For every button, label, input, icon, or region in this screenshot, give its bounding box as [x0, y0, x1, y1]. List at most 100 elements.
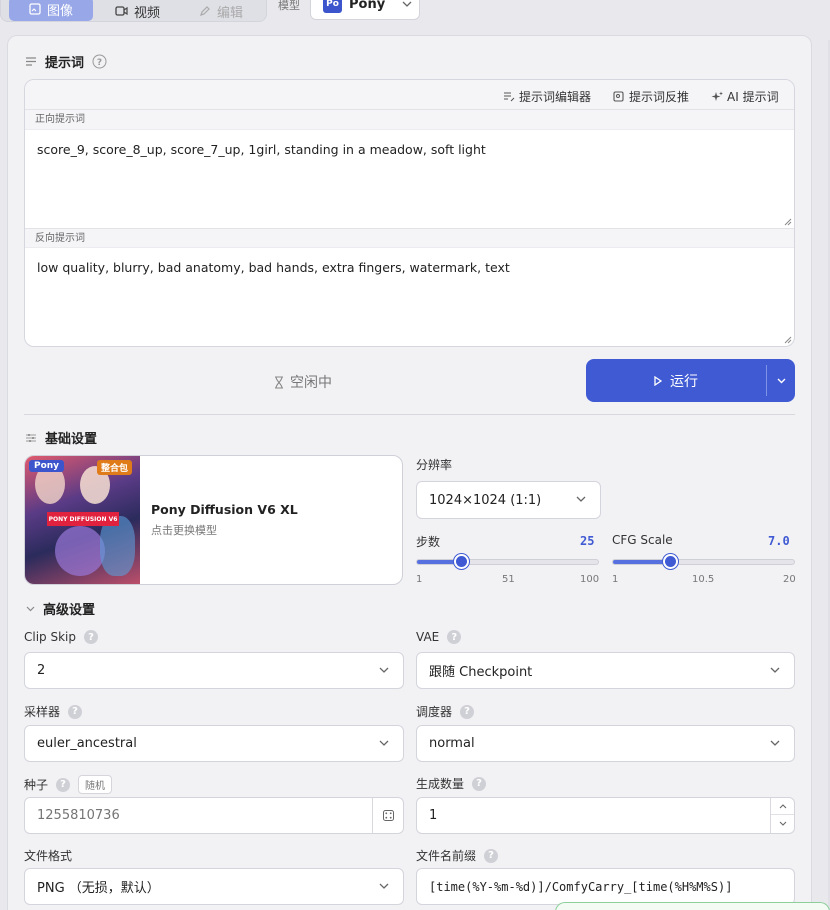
dice-icon: [382, 810, 394, 821]
chevron-down-icon: [779, 821, 786, 826]
prompt-reverse-label: 提示词反推: [629, 90, 690, 104]
resize-grip-icon[interactable]: [784, 336, 792, 344]
help-icon[interactable]: ?: [472, 776, 487, 791]
prompt-editor-label: 提示词编辑器: [519, 90, 592, 104]
tab-image[interactable]: 图像: [9, 0, 93, 21]
sampler-value: euler_ancestral: [37, 736, 137, 751]
filename-prefix-value: [time(%Y-%m-%d)]/ComfyCarry_[time(%H%M%S…: [429, 879, 733, 894]
prompt-toolbar: 提示词编辑器 提示词反推 AI 提示词: [25, 80, 794, 110]
model-badge: Po: [323, 0, 342, 13]
run-button[interactable]: 运行: [586, 359, 766, 402]
clip-skip-value: 2: [37, 663, 46, 678]
dice-button[interactable]: [372, 798, 403, 833]
advanced-settings-toggle[interactable]: 高级设置: [26, 599, 95, 618]
steps-slider[interactable]: [416, 554, 599, 569]
help-icon[interactable]: ?: [56, 777, 71, 792]
help-icon[interactable]: ?: [92, 54, 107, 69]
vae-select[interactable]: 跟随 Checkpoint: [416, 652, 795, 689]
clip-skip-select[interactable]: 2: [24, 652, 404, 689]
count-label-row: 生成数量 ?: [416, 775, 487, 792]
help-icon[interactable]: ?: [84, 630, 98, 644]
tab-edit[interactable]: 编辑: [199, 1, 243, 21]
basic-settings-label: 基础设置: [45, 432, 98, 447]
cfg-label: CFG Scale: [612, 533, 673, 547]
steps-max: 100: [580, 574, 600, 585]
sampler-select[interactable]: euler_ancestral: [24, 725, 404, 762]
count-input[interactable]: 1: [416, 797, 795, 834]
scheduler-label-row: 调度器 ?: [416, 703, 475, 720]
count-label: 生成数量: [416, 777, 465, 791]
seed-input[interactable]: [25, 798, 373, 833]
steps-slider-thumb[interactable]: [453, 554, 469, 569]
queue-status-text: 空闲中: [290, 375, 332, 391]
lines-icon: [26, 57, 36, 66]
cfg-max: 20: [783, 574, 796, 585]
chevron-down-icon: [777, 378, 785, 383]
chevron-down-icon: [26, 606, 35, 611]
cfg-slider-fill: [613, 560, 671, 564]
scheduler-value: normal: [429, 736, 475, 751]
file-format-label: 文件格式: [24, 849, 73, 863]
chevron-up-icon: [779, 803, 786, 808]
queue-status: 空闲中: [274, 372, 332, 392]
tab-image-label: 图像: [46, 3, 73, 19]
negative-prompt-input[interactable]: low quality, blurry, bad anatomy, bad ha…: [37, 260, 510, 275]
steps-min: 1: [416, 574, 423, 585]
prefix-label-row: 文件名前缀 ?: [416, 847, 499, 864]
basic-settings-title: 基础设置: [26, 428, 97, 447]
tab-video[interactable]: 视频: [115, 1, 160, 21]
vae-label-row: VAE ?: [416, 630, 462, 644]
toast-notification[interactable]: [555, 902, 830, 910]
help-icon[interactable]: ?: [447, 630, 462, 644]
model-tag-bundle: 整合包: [97, 460, 133, 475]
sliders-icon: [26, 433, 36, 442]
help-icon[interactable]: ?: [460, 704, 475, 719]
run-options-button[interactable]: [767, 359, 795, 402]
model-banner: PONY DIFFUSION V6: [47, 512, 119, 526]
run-button-group: 运行: [586, 359, 795, 402]
ai-prompt-button[interactable]: AI 提示词: [711, 88, 779, 105]
prompt-section-title: 提示词 ?: [26, 52, 107, 71]
video-icon: [115, 6, 128, 16]
negative-prompt-label: 反向提示词: [25, 228, 794, 248]
increment-button[interactable]: [771, 798, 794, 815]
seed-label: 种子: [24, 778, 49, 792]
tab-edit-label: 编辑: [217, 5, 244, 21]
scheduler-label: 调度器: [416, 705, 453, 719]
mode-tabs: 图像 视频 编辑: [0, 0, 267, 22]
tab-video-label: 视频: [134, 5, 161, 21]
prompt-box: 提示词编辑器 提示词反推 AI 提示词 正向提示词 score_9, score…: [24, 79, 795, 347]
play-icon: [654, 375, 662, 386]
positive-prompt-input[interactable]: score_9, score_8_up, score_7_up, 1girl, …: [37, 142, 486, 157]
scheduler-select[interactable]: normal: [416, 725, 795, 762]
resolution-label: 分辨率: [416, 458, 453, 472]
decrement-button[interactable]: [771, 815, 794, 832]
chevron-down-icon: [402, 1, 412, 7]
edit-lines-icon: [504, 92, 515, 102]
filename-prefix-input[interactable]: [time(%Y-%m-%d)]/ComfyCarry_[time(%H%M%S…: [416, 868, 795, 905]
model-card[interactable]: PONY DIFFUSION V6 Pony 整合包 Pony Diffusio…: [24, 455, 403, 585]
count-value: 1: [429, 808, 438, 823]
file-format-select[interactable]: PNG （无损，默认）: [24, 868, 404, 905]
model-select[interactable]: Po Pony: [310, 0, 420, 20]
seed-field: [24, 797, 404, 834]
help-icon[interactable]: ?: [484, 848, 499, 863]
prompt-editor-button[interactable]: 提示词编辑器: [503, 88, 591, 105]
sparkle-icon: [711, 91, 723, 101]
cfg-value: 7.0: [768, 534, 790, 548]
steps-mid: 51: [502, 574, 515, 585]
resolution-select[interactable]: 1024×1024 (1:1): [416, 481, 601, 519]
chevron-down-icon: [770, 667, 780, 673]
cfg-slider[interactable]: [612, 554, 795, 569]
model-tag-pony: Pony: [29, 460, 65, 472]
sampler-label-row: 采样器 ?: [24, 703, 83, 720]
image-search-icon: [613, 90, 624, 102]
file-format-value: PNG （无损，默认）: [37, 881, 160, 896]
model-name: Pony: [349, 0, 386, 12]
prompt-reverse-button[interactable]: 提示词反推: [613, 88, 689, 105]
help-icon[interactable]: ?: [68, 704, 83, 719]
run-button-label: 运行: [670, 373, 698, 390]
cfg-mid: 10.5: [692, 574, 715, 585]
seed-random-toggle[interactable]: 随机: [78, 775, 113, 794]
resize-grip-icon[interactable]: [784, 218, 792, 226]
